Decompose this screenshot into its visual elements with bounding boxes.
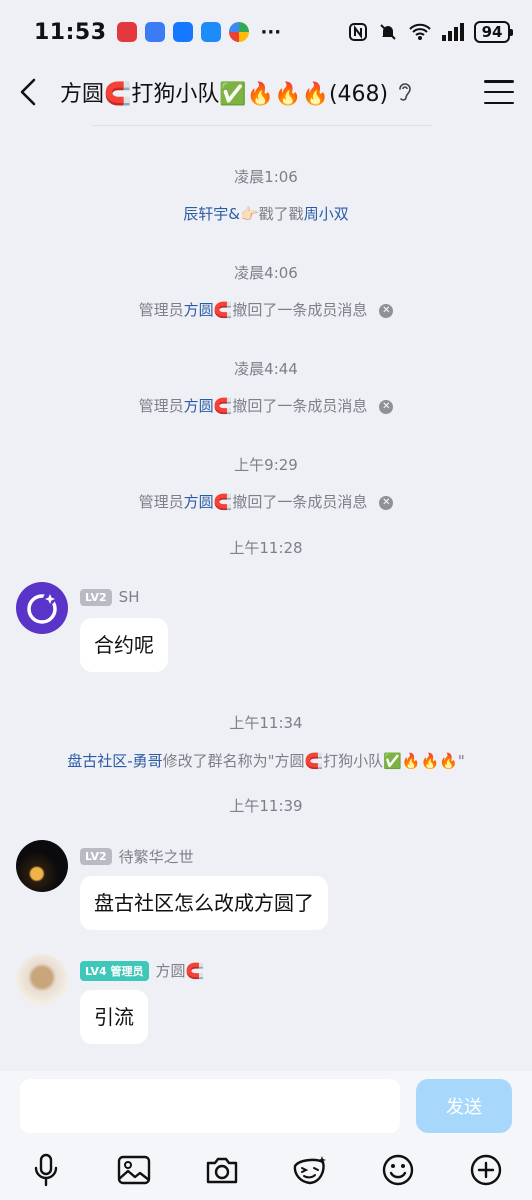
sender-name[interactable]: 方圆🧲 [156, 960, 205, 981]
sender-meta: LV4 管理员 方圆🧲 [80, 960, 204, 981]
timestamp: 上午11:34 [229, 714, 303, 732]
timestamp: 凌晨4:44 [234, 360, 298, 378]
chat-message: LV4 管理员 方圆🧲 引流 [16, 954, 516, 1050]
message-input[interactable] [20, 1079, 400, 1133]
rename-notice: 盘古社区-勇哥修改了群名称为"方圆🧲打狗小队✅🔥🔥🔥" [0, 750, 532, 771]
status-right: 94 [348, 21, 513, 43]
wifi-icon [409, 23, 431, 40]
message-bubble[interactable]: 引流 [80, 990, 148, 1044]
chat-area[interactable]: 凌晨1:06 辰轩宇&👉🏻戳了戳周小双 凌晨4:06 管理员方圆🧲撤回了一条成员… [0, 126, 532, 1071]
close-icon[interactable]: ✕ [379, 303, 394, 318]
sender-meta: LV2 待繁华之世 [80, 846, 194, 867]
menu-icon[interactable] [484, 80, 514, 104]
microphone-icon[interactable] [26, 1150, 66, 1190]
admin-badge: LV4 管理员 [80, 960, 149, 981]
blue-app-icon [144, 22, 165, 42]
battery-indicator: 94 [474, 21, 513, 43]
actor-name[interactable]: 盘古社区-勇哥 [67, 752, 162, 770]
blue-app-icon [200, 22, 221, 42]
camera-icon[interactable] [202, 1150, 242, 1190]
admin-name[interactable]: 方圆🧲 [184, 301, 233, 319]
emoji-icon[interactable] [378, 1150, 418, 1190]
image-icon[interactable] [114, 1150, 154, 1190]
close-icon[interactable]: ✕ [379, 495, 394, 510]
red-app-icon [116, 22, 137, 42]
input-area: 发送 [0, 1071, 532, 1200]
message-bubble[interactable]: 合约呢 [80, 618, 168, 672]
mute-bell-icon [380, 24, 396, 40]
recall-notice: 管理员方圆🧲撤回了一条成员消息 ✕ [0, 395, 532, 416]
back-icon[interactable] [18, 72, 46, 112]
actor-name[interactable]: 辰轩宇& [183, 205, 240, 223]
avatar[interactable] [16, 582, 68, 634]
status-bar: 11:53 ··· 94 [0, 0, 532, 64]
ear-icon[interactable] [396, 81, 414, 103]
poke-notice: 辰轩宇&👉🏻戳了戳周小双 [0, 203, 532, 224]
admin-prefix: 管理员 [138, 301, 184, 319]
avatar[interactable] [16, 954, 68, 1006]
avatar[interactable] [16, 840, 68, 892]
recall-action: 撤回了一条成员消息 [232, 301, 368, 319]
close-icon[interactable]: ✕ [379, 399, 394, 414]
plus-icon[interactable] [466, 1150, 506, 1190]
message-bubble[interactable]: 盘古社区怎么改成方圆了 [80, 876, 328, 930]
sticker-icon[interactable] [290, 1150, 330, 1190]
chat-message: LV2 待繁华之世 盘古社区怎么改成方圆了 [16, 840, 516, 936]
input-toolbar [0, 1147, 532, 1193]
finger-emoji: 👉🏻 [239, 205, 259, 223]
group-title[interactable]: 方圆🧲打狗小队✅🔥🔥🔥(468) [60, 76, 388, 108]
timestamp: 凌晨4:06 [234, 264, 298, 282]
poke-action: 戳了戳 [258, 205, 304, 223]
status-time: 11:53 [34, 19, 107, 45]
admin-prefix: 管理员 [138, 397, 184, 415]
signal-icon [442, 23, 464, 41]
admin-name[interactable]: 方圆🧲 [184, 397, 233, 415]
chat-header: 方圆🧲打狗小队✅🔥🔥🔥(468) [0, 64, 532, 120]
sender-name[interactable]: 待繁华之世 [119, 846, 194, 867]
recall-notice: 管理员方圆🧲撤回了一条成员消息 ✕ [0, 491, 532, 512]
blue-app-icon [172, 22, 193, 42]
level-badge: LV2 [80, 848, 112, 865]
sender-name[interactable]: SH [119, 588, 140, 606]
chat-message: LV2 SH 合约呢 [16, 582, 516, 678]
level-badge: LV2 [80, 588, 112, 606]
notification-icons: ··· [116, 21, 282, 43]
admin-name[interactable]: 方圆🧲 [184, 493, 233, 511]
admin-prefix: 管理员 [138, 493, 184, 511]
target-name[interactable]: 周小双 [304, 205, 349, 223]
timestamp: 上午11:28 [229, 539, 303, 557]
nfc-icon [349, 23, 367, 41]
more-notifications-icon: ··· [260, 21, 282, 43]
timestamp: 上午11:39 [229, 797, 303, 815]
multicolor-app-icon [228, 22, 249, 42]
recall-action: 撤回了一条成员消息 [232, 493, 368, 511]
rename-action: 修改了群名称为"方圆🧲打狗小队✅🔥🔥🔥" [162, 752, 465, 770]
sender-meta: LV2 SH [80, 588, 139, 606]
recall-action: 撤回了一条成员消息 [232, 397, 368, 415]
recall-notice: 管理员方圆🧲撤回了一条成员消息 ✕ [0, 299, 532, 320]
timestamp: 上午9:29 [234, 456, 298, 474]
timestamp: 凌晨1:06 [234, 168, 298, 186]
send-button[interactable]: 发送 [416, 1079, 512, 1133]
